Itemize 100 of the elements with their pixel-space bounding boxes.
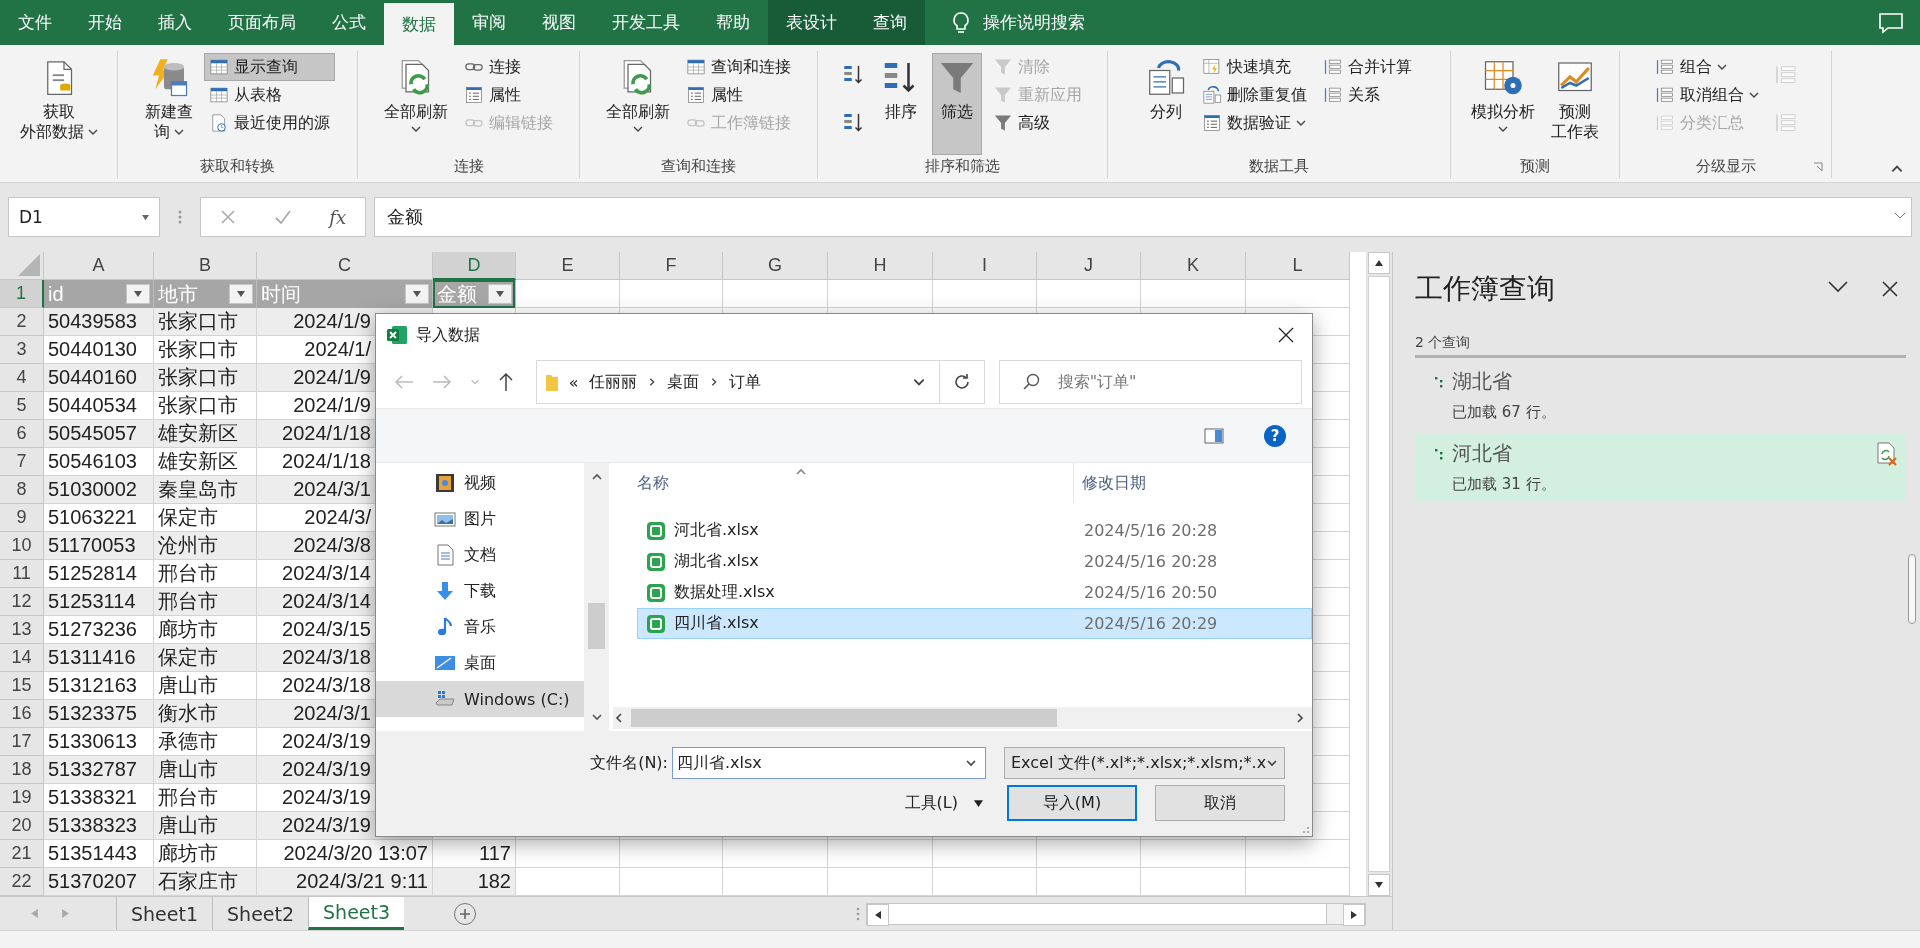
column-header[interactable]: I xyxy=(933,252,1037,280)
ribbon-tab[interactable]: 页面布局 xyxy=(210,0,314,45)
scroll-right-button[interactable] xyxy=(1343,903,1365,926)
ribbon-button[interactable]: 高级 xyxy=(988,109,1087,137)
nav-item[interactable]: Windows (C:) xyxy=(376,681,584,717)
ribbon-tab[interactable]: 公式 xyxy=(314,0,384,45)
breadcrumb-item[interactable]: 任丽丽 xyxy=(588,371,637,393)
ribbon-button[interactable]: 最近使用的源 xyxy=(204,109,335,137)
row-number[interactable]: 6 xyxy=(0,420,44,448)
row-number[interactable]: 22 xyxy=(0,868,44,896)
sheet-tab[interactable]: Sheet3 xyxy=(308,897,405,930)
ribbon-button[interactable]: 全部刷新 xyxy=(601,53,675,155)
scroll-down-button[interactable] xyxy=(1368,874,1390,896)
horizontal-scrollbar[interactable] xyxy=(613,707,1312,729)
row-number[interactable]: 3 xyxy=(0,336,44,364)
ribbon-button[interactable]: 属性 xyxy=(681,81,796,109)
row-number[interactable]: 7 xyxy=(0,448,44,476)
address-bar[interactable]: « 任丽丽 桌面 订单 xyxy=(535,360,985,404)
row-number[interactable]: 4 xyxy=(0,364,44,392)
ribbon-tab[interactable]: 审阅 xyxy=(454,0,524,45)
file-row[interactable]: 河北省.xlsx 2024/5/16 20:28 xyxy=(637,515,1312,546)
search-label[interactable]: 操作说明搜索 xyxy=(983,11,1085,34)
query-item[interactable]: 河北省 已加载 31 行。 xyxy=(1415,434,1906,502)
check-icon[interactable] xyxy=(273,209,292,225)
close-icon[interactable] xyxy=(1882,281,1898,297)
scroll-left-button[interactable] xyxy=(867,903,889,926)
column-header[interactable]: L xyxy=(1246,252,1350,280)
ribbon-button[interactable]: 数据验证 xyxy=(1197,109,1312,137)
breadcrumb-item[interactable]: 桌面 xyxy=(666,371,699,393)
ribbon-button[interactable]: 快速填充 xyxy=(1197,53,1312,81)
ribbon-button[interactable]: 获取 外部数据 xyxy=(14,53,103,155)
column-header[interactable]: 修改日期 xyxy=(1074,472,1146,494)
row-number[interactable]: 12 xyxy=(0,588,44,616)
horizontal-scrollbar[interactable] xyxy=(856,902,1366,925)
comment-icon[interactable] xyxy=(1878,11,1904,34)
row-number[interactable]: 1 xyxy=(0,280,44,308)
scrollbar-thumb[interactable] xyxy=(889,903,1328,924)
row-number[interactable]: 5 xyxy=(0,392,44,420)
ribbon-button[interactable]: 属性 xyxy=(459,81,558,109)
column-header[interactable]: E xyxy=(516,252,620,280)
row-number[interactable]: 13 xyxy=(0,616,44,644)
filter-button[interactable] xyxy=(488,284,512,304)
ribbon-button[interactable]: 分列 xyxy=(1141,53,1191,155)
breadcrumb-item[interactable]: 订单 xyxy=(728,371,761,393)
ribbon-button[interactable]: 删除重复值 xyxy=(1197,81,1312,109)
row-number[interactable]: 17 xyxy=(0,728,44,756)
ribbon-button[interactable]: 组合 xyxy=(1649,53,1764,81)
refresh-error-icon[interactable] xyxy=(1876,442,1898,466)
row-number[interactable]: 21 xyxy=(0,840,44,868)
row-number[interactable]: 20 xyxy=(0,812,44,840)
up-arrow-icon[interactable] xyxy=(498,372,514,392)
close-icon[interactable] xyxy=(1278,327,1294,343)
row-number[interactable]: 19 xyxy=(0,784,44,812)
scrollbar-thumb[interactable] xyxy=(1368,276,1390,872)
expand-icon[interactable] xyxy=(1894,212,1906,220)
row-number[interactable]: 9 xyxy=(0,504,44,532)
help-button[interactable]: ? xyxy=(1264,424,1286,447)
ribbon-button[interactable]: 预测 工作表 xyxy=(1546,53,1604,155)
row-number[interactable]: 14 xyxy=(0,644,44,672)
filter-button[interactable] xyxy=(229,284,253,304)
ribbon-button[interactable]: 显示查询 xyxy=(204,53,335,81)
row-number[interactable]: 2 xyxy=(0,308,44,336)
row-number[interactable]: 16 xyxy=(0,700,44,728)
row-number[interactable]: 11 xyxy=(0,560,44,588)
ribbon-tab[interactable]: 表设计 xyxy=(768,0,855,45)
cancel-icon[interactable] xyxy=(219,209,236,225)
file-row[interactable]: 数据处理.xlsx 2024/5/16 20:50 xyxy=(637,577,1312,608)
ribbon-button[interactable]: 排序 xyxy=(876,53,926,155)
ribbon-button[interactable]: 模拟分析 xyxy=(1466,53,1540,155)
ribbon-tab[interactable]: 开发工具 xyxy=(594,0,698,45)
column-header[interactable]: C xyxy=(257,252,433,280)
column-header[interactable]: A xyxy=(44,252,154,280)
column-header[interactable]: B xyxy=(154,252,257,280)
ribbon-button[interactable]: 合并计算 xyxy=(1318,53,1417,81)
ribbon-button[interactable]: 全部刷新 xyxy=(379,53,453,155)
filename-field[interactable]: 四川省.xlsx xyxy=(672,747,986,779)
scroll-up-button[interactable] xyxy=(1368,252,1390,274)
ribbon-button[interactable]: 查询和连接 xyxy=(681,53,796,81)
row-number[interactable]: 15 xyxy=(0,672,44,700)
ribbon-button[interactable]: 筛选 xyxy=(932,53,982,155)
ribbon-button[interactable]: 新建查 询 xyxy=(140,53,198,155)
import-button[interactable]: 导入(M) xyxy=(1007,785,1137,821)
refresh-icon[interactable] xyxy=(952,373,971,391)
ribbon-button[interactable]: 取消组合 xyxy=(1649,81,1764,109)
filter-button[interactable] xyxy=(126,284,150,304)
chevron-down-icon[interactable] xyxy=(1828,281,1848,293)
file-type-select[interactable]: Excel 文件(*.xl*;*.xlsx;*.xlsm;*.x xyxy=(1004,747,1285,779)
search-field[interactable]: 搜索"订单" xyxy=(998,360,1302,404)
ribbon-button[interactable]: 关系 xyxy=(1318,81,1417,109)
preview-pane-icon[interactable] xyxy=(1204,427,1224,444)
ribbon-tab[interactable]: 文件 xyxy=(0,0,70,45)
query-item[interactable]: 湖北省 已加载 67 行。 xyxy=(1415,362,1906,430)
ribbon-tab[interactable]: 数据 xyxy=(384,3,454,45)
vertical-scrollbar[interactable] xyxy=(1366,252,1392,896)
cancel-button[interactable]: 取消 xyxy=(1155,785,1285,821)
breadcrumb-overflow[interactable]: « xyxy=(568,372,579,392)
column-header[interactable]: H xyxy=(828,252,933,280)
file-row[interactable]: 湖北省.xlsx 2024/5/16 20:28 xyxy=(637,546,1312,577)
ribbon-button[interactable]: 从表格 xyxy=(204,81,335,109)
file-row[interactable]: 四川省.xlsx 2024/5/16 20:29 xyxy=(637,608,1312,639)
